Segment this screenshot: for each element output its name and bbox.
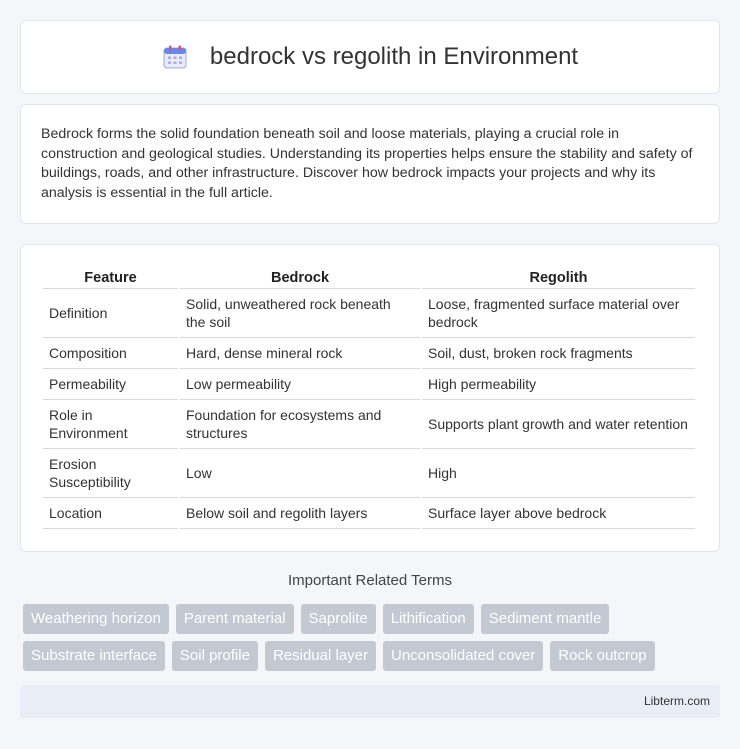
related-terms-tags: Weathering horizon Parent material Sapro… xyxy=(23,604,723,678)
term-tag[interactable]: Residual layer xyxy=(264,641,376,671)
footer-site-link[interactable]: Libterm.com xyxy=(644,694,710,708)
footer: Libterm.com xyxy=(20,685,720,718)
table-cell: Foundation for ecosystems and structures xyxy=(180,400,420,449)
term-tag[interactable]: Sediment mantle xyxy=(480,604,610,634)
comparison-table: Feature Bedrock Regolith Definition Soli… xyxy=(41,265,697,529)
term-tag[interactable]: Rock outcrop xyxy=(550,641,655,671)
table-cell: Low xyxy=(180,449,420,498)
column-header-regolith: Regolith xyxy=(422,265,695,289)
term-tag[interactable]: Soil profile xyxy=(171,641,258,671)
table-cell: Low permeability xyxy=(180,369,420,400)
table-cell: Location xyxy=(43,498,178,529)
tag-row: Weathering horizon Parent material Sapro… xyxy=(23,604,723,634)
term-tag[interactable]: Unconsolidated cover xyxy=(383,641,544,671)
term-tag[interactable]: Lithification xyxy=(382,604,474,634)
term-tag[interactable]: Saprolite xyxy=(300,604,376,634)
table-cell: Definition xyxy=(43,289,178,338)
table-row: Role in Environment Foundation for ecosy… xyxy=(43,400,695,449)
table-header-row: Feature Bedrock Regolith xyxy=(43,265,695,289)
column-header-feature: Feature xyxy=(43,265,178,289)
table-cell: High permeability xyxy=(422,369,695,400)
table-cell: Composition xyxy=(43,338,178,369)
page-title: bedrock vs regolith in Environment xyxy=(209,43,579,70)
term-tag[interactable]: Weathering horizon xyxy=(23,604,169,634)
header-card: bedrock vs regolith in Environment xyxy=(20,20,720,94)
table-cell: Surface layer above bedrock xyxy=(422,498,695,529)
table-row: Erosion Susceptibility Low High xyxy=(43,449,695,498)
table-row: Composition Hard, dense mineral rock Soi… xyxy=(43,338,695,369)
table-cell: Loose, fragmented surface material over … xyxy=(422,289,695,338)
table-cell: Erosion Susceptibility xyxy=(43,449,178,498)
table-row: Location Below soil and regolith layers … xyxy=(43,498,695,529)
calendar-icon xyxy=(163,45,187,69)
table-cell: Role in Environment xyxy=(43,400,178,449)
table-cell: Supports plant growth and water retentio… xyxy=(422,400,695,449)
table-row: Definition Solid, unweathered rock benea… xyxy=(43,289,695,338)
tag-row: Substrate interface Soil profile Residua… xyxy=(23,641,723,671)
table-cell: Solid, unweathered rock beneath the soil xyxy=(180,289,420,338)
term-tag[interactable]: Substrate interface xyxy=(23,641,165,671)
table-cell: Permeability xyxy=(43,369,178,400)
term-tag[interactable]: Parent material xyxy=(175,604,294,634)
table-cell: Hard, dense mineral rock xyxy=(180,338,420,369)
intro-card: Bedrock forms the solid foundation benea… xyxy=(20,104,720,224)
intro-text: Bedrock forms the solid foundation benea… xyxy=(41,126,693,201)
comparison-table-card: Feature Bedrock Regolith Definition Soli… xyxy=(20,244,720,552)
table-cell: High xyxy=(422,449,695,498)
related-terms-title: Important Related Terms xyxy=(288,572,452,589)
column-header-bedrock: Bedrock xyxy=(180,265,420,289)
table-row: Permeability Low permeability High perme… xyxy=(43,369,695,400)
table-cell: Below soil and regolith layers xyxy=(180,498,420,529)
table-cell: Soil, dust, broken rock fragments xyxy=(422,338,695,369)
